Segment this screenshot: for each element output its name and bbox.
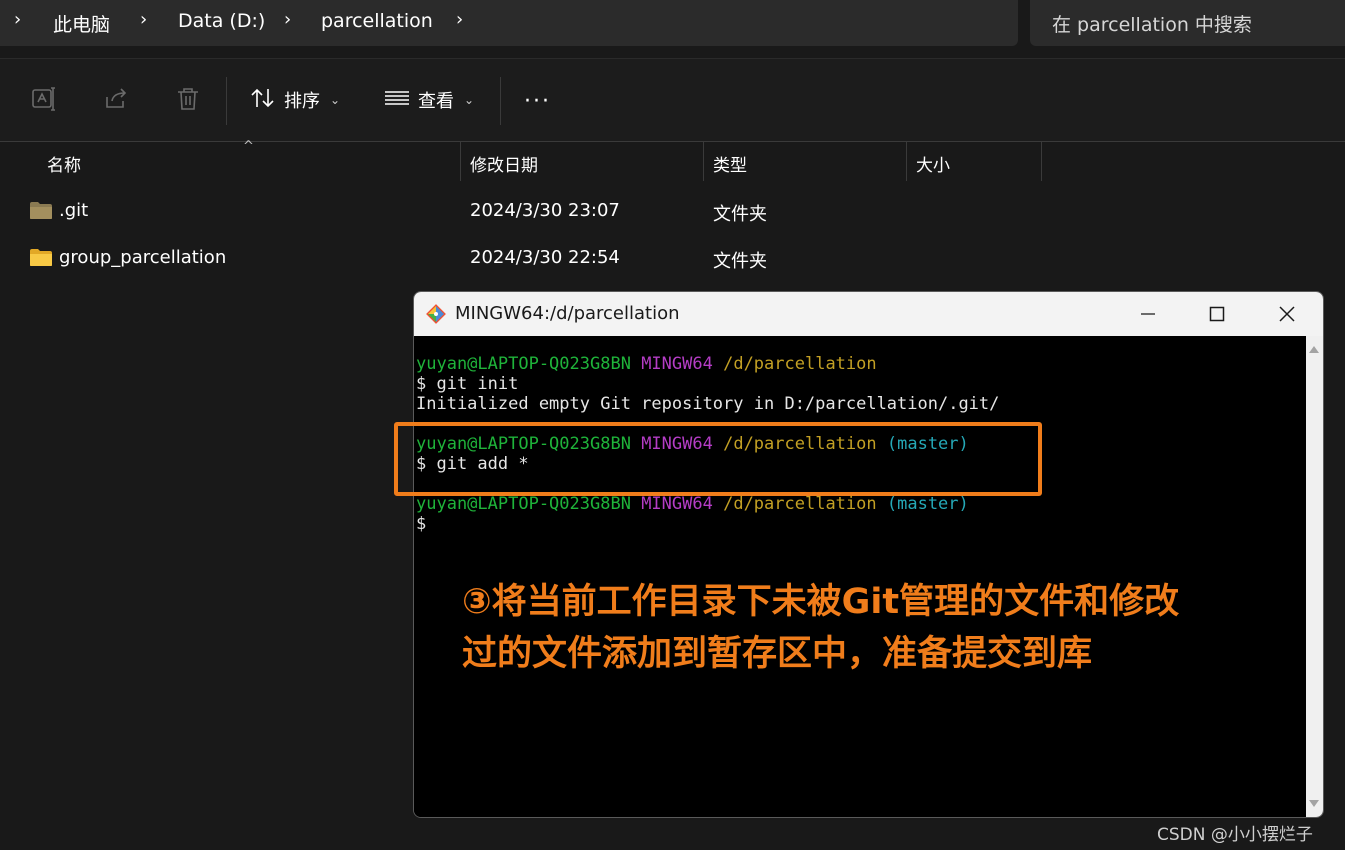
terminal-command-line: $	[416, 514, 427, 534]
address-bar-area: › 此电脑 › Data (D:) › parcellation › 在 par…	[0, 0, 1345, 48]
chevron-right-icon[interactable]: ›	[284, 9, 291, 30]
address-bar[interactable]: › 此电脑 › Data (D:) › parcellation ›	[0, 0, 1018, 46]
scroll-down-icon[interactable]	[1309, 800, 1319, 807]
annotation-text: ③将当前工作目录下未被Git管理的文件和修改 过的文件添加到暂存区中，准备提交到…	[462, 576, 1302, 680]
git-logo-icon	[425, 303, 447, 325]
column-divider[interactable]	[460, 141, 461, 181]
maximize-button[interactable]	[1194, 298, 1240, 330]
file-row[interactable]: .git 2024/3/30 23:07 文件夹	[0, 189, 1345, 233]
sort-icon	[250, 87, 276, 114]
terminal-output-line: Initialized empty Git repository in D:/p…	[416, 394, 1000, 414]
chevron-right-icon[interactable]: ›	[140, 9, 147, 30]
terminal-prompt-line: yuyan@LAPTOP-Q023G8BN MINGW64 /d/parcell…	[416, 494, 969, 514]
column-divider[interactable]	[703, 141, 704, 181]
file-row[interactable]: group_parcellation 2024/3/30 22:54 文件夹	[0, 236, 1345, 280]
chevron-down-icon: ⌄	[330, 93, 341, 107]
search-input[interactable]: 在 parcellation 中搜索	[1052, 10, 1252, 37]
prompt-env: MINGW64	[641, 494, 713, 514]
view-list-icon	[384, 87, 410, 114]
breadcrumb-this-pc[interactable]: 此电脑	[53, 10, 110, 37]
highlight-box	[394, 422, 1042, 496]
toolbar-divider	[500, 77, 501, 125]
sort-ascending-icon: ^	[243, 139, 254, 154]
search-box[interactable]: 在 parcellation 中搜索	[1030, 0, 1345, 46]
terminal-title-bar[interactable]: MINGW64:/d/parcellation	[414, 292, 1323, 336]
watermark: CSDN @小小摆烂子	[1157, 825, 1313, 845]
annotation-line: ③将当前工作目录下未被Git管理的文件和修改	[462, 582, 1180, 622]
file-name: .git	[59, 200, 89, 221]
column-divider[interactable]	[1041, 141, 1042, 181]
file-date: 2024/3/30 22:54	[470, 247, 620, 268]
column-header-type[interactable]: 类型	[713, 151, 747, 176]
breadcrumb-parcellation[interactable]: parcellation	[321, 10, 433, 32]
column-header-date[interactable]: 修改日期	[470, 151, 538, 176]
scroll-up-icon[interactable]	[1309, 346, 1319, 353]
view-button[interactable]: 查看 ⌄	[384, 85, 474, 115]
file-date: 2024/3/30 23:07	[470, 200, 620, 221]
view-label: 查看	[418, 91, 454, 112]
prompt-branch: (master)	[886, 494, 969, 514]
command-bar: 排序 ⌄ 查看 ⌄ ···	[0, 58, 1345, 142]
prompt-env: MINGW64	[641, 354, 713, 374]
more-options-button[interactable]: ···	[524, 89, 551, 114]
rename-icon[interactable]	[30, 85, 58, 113]
column-header-name[interactable]: 名称	[47, 151, 81, 176]
prompt-user: yuyan@LAPTOP-Q023G8BN	[416, 494, 631, 514]
sort-label: 排序	[284, 91, 320, 112]
prompt-path: /d/parcellation	[723, 354, 877, 374]
chevron-down-icon: ⌄	[464, 93, 475, 107]
terminal-prompt-line: yuyan@LAPTOP-Q023G8BN MINGW64 /d/parcell…	[416, 354, 877, 374]
column-header-row: ^ 名称 修改日期 类型 大小	[0, 139, 1345, 181]
minimize-button[interactable]	[1125, 298, 1171, 330]
file-type: 文件夹	[713, 204, 767, 225]
sort-button[interactable]: 排序 ⌄	[250, 85, 340, 115]
annotation-line: 过的文件添加到暂存区中，准备提交到库	[462, 634, 1093, 674]
chevron-right-icon[interactable]: ›	[14, 9, 21, 30]
delete-icon[interactable]	[174, 85, 202, 113]
terminal-window[interactable]: MINGW64:/d/parcellation yuyan@LAPTOP-Q02…	[413, 291, 1324, 818]
toolbar-divider	[226, 77, 227, 125]
terminal-command-line: $ git init	[416, 374, 519, 394]
column-divider[interactable]	[906, 141, 907, 181]
share-icon[interactable]	[102, 85, 130, 113]
close-button[interactable]	[1264, 298, 1310, 330]
terminal-scrollbar[interactable]	[1306, 336, 1323, 817]
column-header-size[interactable]: 大小	[916, 151, 950, 176]
breadcrumb-data-drive[interactable]: Data (D:)	[178, 10, 265, 32]
folder-icon	[29, 201, 53, 220]
terminal-title: MINGW64:/d/parcellation	[455, 303, 680, 324]
prompt-user: yuyan@LAPTOP-Q023G8BN	[416, 354, 631, 374]
file-name: group_parcellation	[59, 247, 227, 268]
chevron-right-icon[interactable]: ›	[456, 9, 463, 30]
folder-icon	[29, 248, 53, 267]
file-type: 文件夹	[713, 251, 767, 272]
prompt-path: /d/parcellation	[723, 494, 877, 514]
